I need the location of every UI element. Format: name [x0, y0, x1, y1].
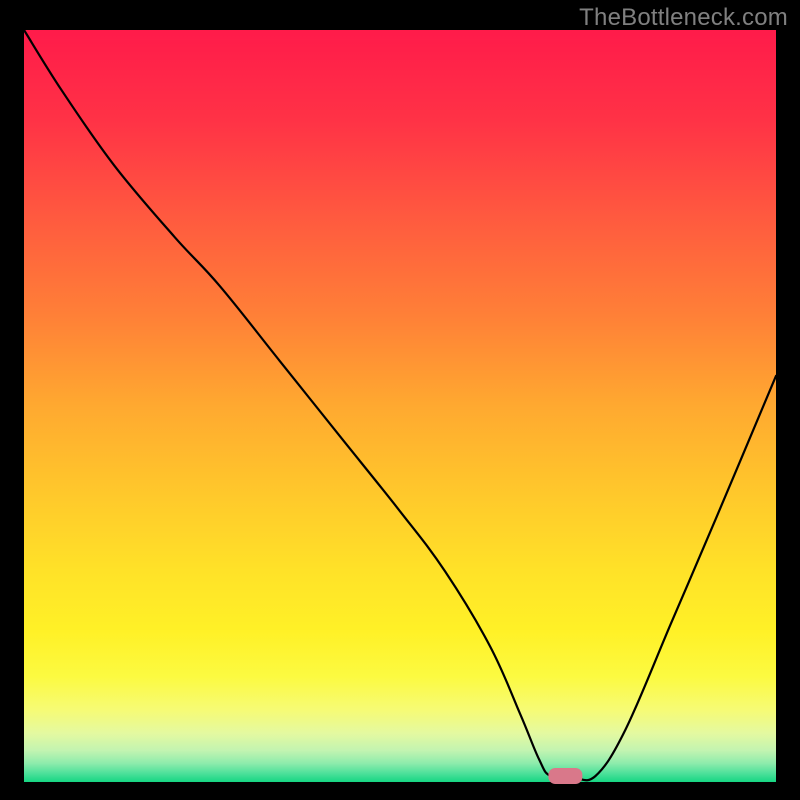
- optimal-point-marker: [548, 768, 582, 784]
- watermark-text: TheBottleneck.com: [579, 4, 788, 32]
- chart-svg: [24, 30, 776, 782]
- chart-frame: TheBottleneck.com: [0, 0, 800, 800]
- gradient-rect: [24, 30, 776, 782]
- plot-area: [24, 30, 776, 782]
